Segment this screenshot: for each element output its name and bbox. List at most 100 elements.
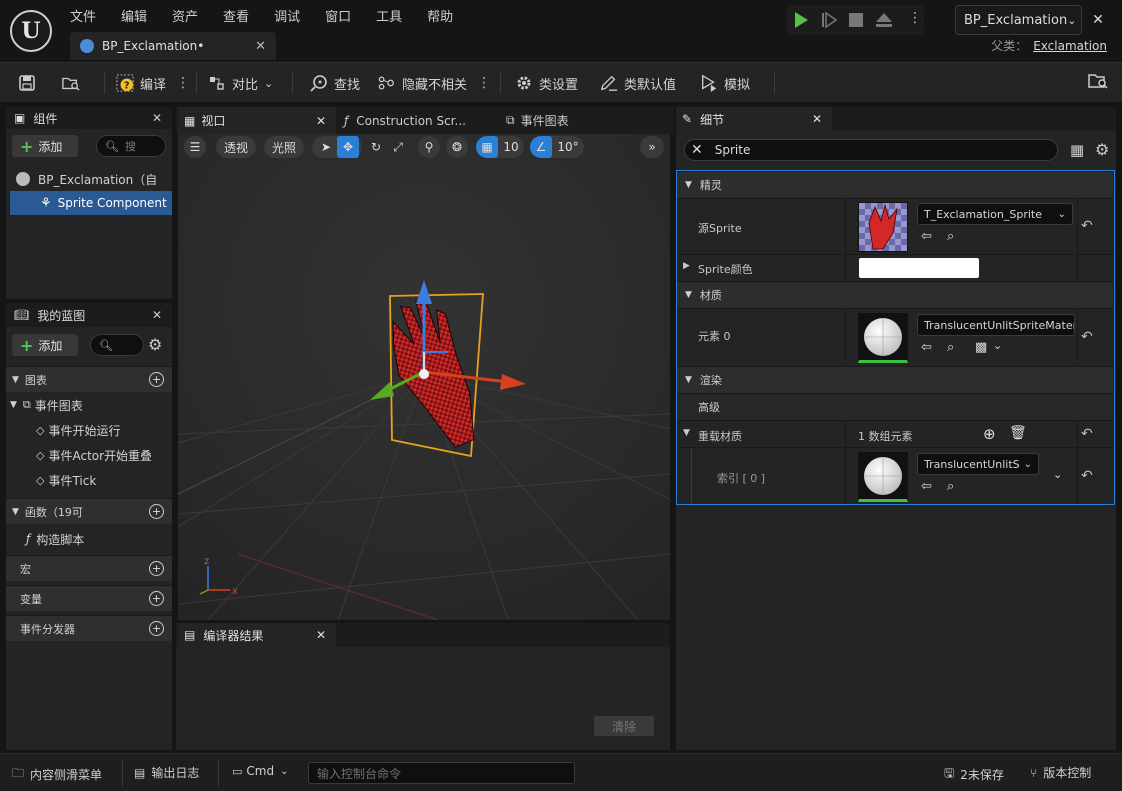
menu-tools[interactable]: 工具 bbox=[376, 6, 402, 25]
browse-asset-icon[interactable]: ⌕ bbox=[947, 479, 954, 494]
use-selected-icon[interactable]: ⇦ bbox=[921, 229, 932, 244]
source-control-button[interactable]: ⑂ 版本控制 bbox=[1030, 764, 1091, 781]
add-element-icon[interactable]: ⊕ bbox=[983, 425, 996, 443]
gear-icon[interactable]: ⚙ bbox=[148, 335, 162, 354]
tab-event-graph[interactable]: ⧉ 事件图表 bbox=[506, 107, 668, 134]
eject-icon[interactable] bbox=[875, 11, 893, 32]
class-settings-button[interactable]: 类设置 bbox=[515, 63, 578, 103]
close-my-blueprint-icon[interactable]: ✕ bbox=[152, 308, 162, 322]
components-search-input[interactable]: 🔍︎ 搜 bbox=[96, 135, 166, 157]
macros-category[interactable]: 宏 + bbox=[6, 555, 172, 581]
use-selected-icon[interactable]: ⇦ bbox=[921, 340, 932, 355]
reset-to-default-icon[interactable]: ↶ bbox=[1081, 329, 1093, 345]
simulate-button[interactable]: 模拟 bbox=[700, 63, 750, 103]
event-tick-row[interactable]: ◇ 事件Tick bbox=[36, 468, 172, 492]
variables-category[interactable]: 变量 + bbox=[6, 585, 172, 611]
save-button[interactable] bbox=[18, 63, 42, 103]
expand-arrow-icon[interactable]: ▼ bbox=[683, 428, 690, 438]
rotate-icon[interactable]: ↻ bbox=[365, 140, 387, 154]
find-button[interactable]: 查找 bbox=[310, 63, 360, 103]
parent-class-link[interactable]: Exclamation bbox=[1033, 39, 1107, 53]
add-member-button[interactable]: + 添加 bbox=[12, 334, 78, 356]
hide-unrelated-options-icon[interactable]: ⋮ bbox=[477, 75, 491, 91]
viewport-options-button[interactable]: ☰ bbox=[184, 136, 206, 158]
blueprint-debug-select[interactable]: BP_Exclamation ⌄ bbox=[955, 5, 1082, 35]
reset-to-default-icon[interactable]: ↶ bbox=[1081, 218, 1093, 234]
close-compiler-icon[interactable]: ✕ bbox=[316, 628, 326, 642]
component-sprite-row[interactable]: ⚘ Sprite Component bbox=[10, 191, 172, 215]
rendering-category[interactable]: ▼ 渲染 bbox=[677, 366, 1113, 393]
trash-icon[interactable]: 🗑︎ bbox=[1009, 425, 1027, 441]
compiler-results-tab[interactable]: ▤ 编译器结果 ✕ bbox=[178, 623, 336, 647]
menu-debug[interactable]: 调试 bbox=[274, 6, 300, 25]
element0-combo[interactable]: TranslucentUnlitSpriteMateria bbox=[917, 314, 1075, 336]
functions-category[interactable]: ▼ 函数（19可 + bbox=[6, 498, 172, 524]
play-icon[interactable] bbox=[792, 11, 810, 32]
lit-mode-button[interactable]: 光照 bbox=[264, 136, 304, 158]
close-details-icon[interactable]: ✕ bbox=[812, 112, 822, 126]
local-world-icon[interactable]: ❂ bbox=[446, 136, 468, 158]
tab-viewport[interactable]: ▦ 视口 ✕ bbox=[178, 107, 336, 134]
use-selected-icon[interactable]: ⇦ bbox=[921, 479, 932, 494]
expand-toolbar-icon[interactable]: » bbox=[640, 136, 664, 158]
my-blueprint-search-input[interactable]: 🔍︎ bbox=[90, 334, 144, 356]
source-sprite-combo[interactable]: T_Exclamation_Sprite ⌄ bbox=[917, 203, 1073, 225]
reset-to-default-icon[interactable]: ↶ bbox=[1081, 426, 1093, 442]
details-tab[interactable]: ✎ 细节 ✕ bbox=[676, 107, 832, 131]
sprite-color-swatch[interactable] bbox=[859, 258, 979, 278]
document-tab[interactable]: BP_Exclamation• ✕ bbox=[70, 32, 276, 60]
components-tab[interactable]: ▣ 组件 ✕ bbox=[6, 107, 172, 129]
stop-icon[interactable] bbox=[848, 12, 864, 31]
material-category[interactable]: ▼ 材质 bbox=[677, 281, 1113, 308]
browse-button[interactable] bbox=[62, 63, 86, 103]
property-matrix-icon[interactable]: ▦ bbox=[1070, 141, 1084, 159]
clear-search-icon[interactable]: ✕ bbox=[691, 142, 703, 158]
close-window-icon[interactable]: ✕ bbox=[1085, 8, 1111, 32]
hide-unrelated-button[interactable]: 隐藏不相关 ⋮ bbox=[378, 63, 491, 103]
menu-file[interactable]: 文件 bbox=[70, 6, 96, 25]
perspective-button[interactable]: 透视 bbox=[216, 136, 256, 158]
step-icon[interactable] bbox=[820, 11, 838, 32]
clear-button[interactable]: 清除 bbox=[594, 716, 654, 736]
advanced-category[interactable]: 高级 bbox=[677, 393, 1113, 420]
unsaved-button[interactable]: 🖫︎ 2未保存 bbox=[944, 764, 1004, 785]
compile-options-icon[interactable]: ⋮ bbox=[176, 75, 190, 91]
dispatchers-category[interactable]: 事件分发器 + bbox=[6, 615, 172, 641]
construction-script-row[interactable]: ƒ 构造脚本 bbox=[26, 527, 172, 551]
grid-snap-button[interactable]: ▦ 10 bbox=[476, 136, 524, 158]
chevron-down-icon[interactable]: ⌄ bbox=[1053, 468, 1062, 481]
close-viewport-icon[interactable]: ✕ bbox=[316, 114, 326, 128]
graphs-category[interactable]: ▼ 图表 + bbox=[6, 366, 172, 392]
add-macro-icon[interactable]: + bbox=[149, 561, 164, 576]
close-components-icon[interactable]: ✕ bbox=[152, 111, 162, 125]
override-material-thumbnail[interactable] bbox=[858, 452, 908, 502]
add-graph-icon[interactable]: + bbox=[149, 372, 164, 387]
add-component-button[interactable]: + 添加 bbox=[12, 135, 78, 157]
console-input[interactable]: 输入控制台命令 bbox=[308, 762, 575, 784]
play-options-icon[interactable]: ⋮ bbox=[908, 10, 922, 26]
output-log-button[interactable]: ▤ 输出日志 bbox=[134, 764, 199, 781]
select-icon[interactable]: ➤ bbox=[315, 140, 337, 154]
tab-construction-script[interactable]: ƒ Construction Scr... bbox=[344, 107, 500, 134]
menu-asset[interactable]: 资产 bbox=[172, 6, 198, 25]
surface-snap-icon[interactable]: ⚲ bbox=[418, 136, 440, 158]
material-thumbnail[interactable] bbox=[858, 313, 908, 363]
add-variable-icon[interactable]: + bbox=[149, 591, 164, 606]
sprite-thumbnail[interactable] bbox=[858, 202, 908, 252]
event-begin-play-row[interactable]: ◇ 事件开始运行 bbox=[36, 418, 172, 442]
my-blueprint-tab[interactable]: 📖︎ 我的蓝图 ✕ bbox=[6, 303, 172, 327]
menu-edit[interactable]: 编辑 bbox=[121, 6, 147, 25]
unreal-logo-icon[interactable]: U bbox=[10, 10, 52, 52]
viewport[interactable]: x z ☰ 透视 光照 ➤ ✥ ↻ ⤢ ⚲ ❂ ▦ 10 ∠ 10° » bbox=[178, 134, 670, 620]
gear-icon[interactable]: ⚙ bbox=[1095, 140, 1109, 159]
event-graph-row[interactable]: ▼ ⧉ 事件图表 bbox=[10, 393, 172, 417]
menu-window[interactable]: 窗口 bbox=[325, 6, 351, 25]
browse-asset-icon[interactable]: ⌕ bbox=[947, 229, 954, 244]
sprite-category[interactable]: ▼ 精灵 bbox=[677, 171, 1113, 198]
details-search-input[interactable]: ✕ Sprite bbox=[684, 139, 1058, 161]
menu-view[interactable]: 查看 bbox=[223, 6, 249, 25]
cmd-select[interactable]: ▭ Cmd ⌄ bbox=[232, 764, 288, 778]
menu-help[interactable]: 帮助 bbox=[427, 6, 453, 25]
expand-arrow-icon[interactable]: ▶ bbox=[683, 261, 690, 271]
override-material-combo[interactable]: TranslucentUnlitS ⌄ bbox=[917, 453, 1039, 475]
